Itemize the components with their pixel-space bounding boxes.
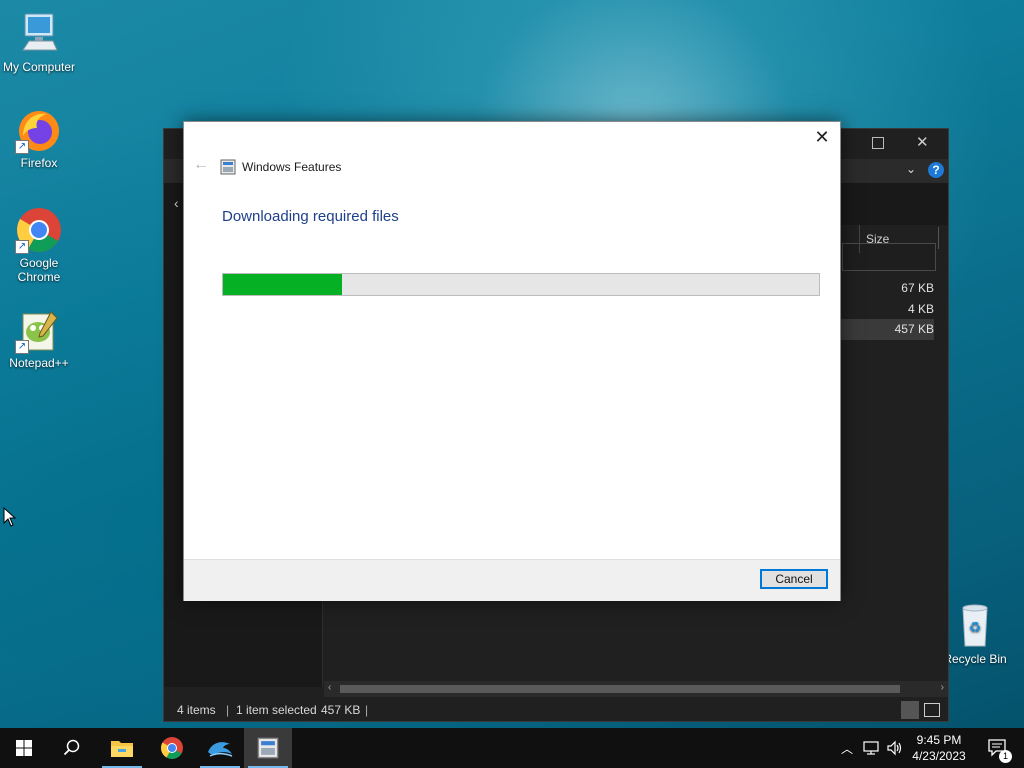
status-selected: 1 item selected [236,703,317,717]
notepad-plus-plus-icon: ↗ [15,306,63,354]
horizontal-scrollbar[interactable]: ‹ › [324,681,948,697]
desktop-icon-my-computer[interactable]: My Computer [1,10,77,74]
back-arrow-icon[interactable]: ← [192,156,210,174]
notification-badge: 1 [999,750,1012,763]
explorer-status-bar: 4 items | 1 item selected 457 KB | [164,699,948,721]
desktop-icon-google-chrome[interactable]: ↗ Google Chrome [1,206,77,284]
dolphin-icon [208,742,233,757]
taskbar-windows-features[interactable] [244,728,292,768]
scroll-left-icon[interactable]: ‹ [328,682,331,693]
status-item-count: 4 items [177,703,216,717]
clock-date: 4/23/2023 [912,749,966,763]
firefox-icon: ↗ [15,106,63,154]
details-view-icon[interactable] [901,701,919,719]
windows-logo-icon [16,740,32,756]
action-center-button[interactable]: 1 [978,728,1018,768]
shortcut-arrow-icon: ↗ [15,240,29,254]
taskbar-chrome[interactable] [148,728,196,768]
file-explorer-icon [111,741,133,757]
chrome-icon [161,737,183,759]
desktop-icon-firefox[interactable]: ↗ Firefox [1,106,77,170]
computer-icon [15,10,63,58]
shortcut-arrow-icon: ↗ [15,140,29,154]
back-arrow-icon[interactable]: ‹ [174,195,179,211]
download-progress-bar [222,273,820,296]
windows-features-icon [257,737,279,759]
taskbar-clock[interactable]: 9:45 PM 4/23/2023 [906,732,972,764]
scroll-right-icon[interactable]: › [941,682,944,693]
search-button[interactable] [48,728,96,768]
progress-bar-fill [223,274,343,295]
file-size: 457 KB [840,319,934,340]
large-icons-view-icon[interactable] [924,703,940,717]
volume-button[interactable] [884,728,906,768]
desktop-icon-notepad-plus-plus[interactable]: ↗ Notepad++ [1,306,77,370]
network-button[interactable] [860,728,882,768]
desktop-icon-label: Firefox [20,156,58,170]
search-icon [63,739,80,756]
dialog-footer: Cancel [184,559,840,601]
clock-time: 9:45 PM [916,733,962,747]
status-selected-size: 457 KB [321,703,361,717]
speaker-icon [887,740,902,756]
column-header-size[interactable]: Size [859,225,940,253]
taskbar-dolphin[interactable] [196,728,244,768]
maximize-icon[interactable] [872,137,884,149]
taskbar: ︿ 9:45 PM 4/23/2023 1 [0,728,1024,768]
desktop-icon-label: My Computer [2,60,76,74]
cancel-button[interactable]: Cancel [760,569,828,589]
help-icon[interactable]: ? [928,162,944,178]
scrollbar-thumb[interactable] [340,685,900,693]
shortcut-arrow-icon: ↗ [15,340,29,354]
taskbar-file-explorer[interactable] [98,728,146,768]
desktop-icon-label: Notepad++ [9,356,69,370]
windows-features-icon [220,159,236,175]
mouse-cursor-icon [3,506,17,532]
windows-features-dialog: ✕ ← Windows Features Downloading require… [183,121,841,601]
chevron-up-icon: ︿ [840,741,853,756]
close-icon[interactable]: ✕ [810,126,834,148]
show-hidden-icons-button[interactable]: ︿ [838,728,856,768]
svg-text:♻: ♻ [969,620,982,636]
dialog-title: Windows Features [242,160,342,174]
network-icon [863,741,879,755]
dialog-heading: Downloading required files [222,208,399,225]
file-size: 4 KB [907,302,934,316]
file-size: 67 KB [901,281,934,295]
start-button[interactable] [0,728,48,768]
chevron-down-icon[interactable]: ⌄ [906,162,916,176]
desktop-icon-label: Google Chrome [17,256,61,284]
close-icon[interactable]: ✕ [916,133,929,151]
chrome-icon: ↗ [15,206,63,254]
recycle-bin-icon: ♻ [951,602,999,650]
